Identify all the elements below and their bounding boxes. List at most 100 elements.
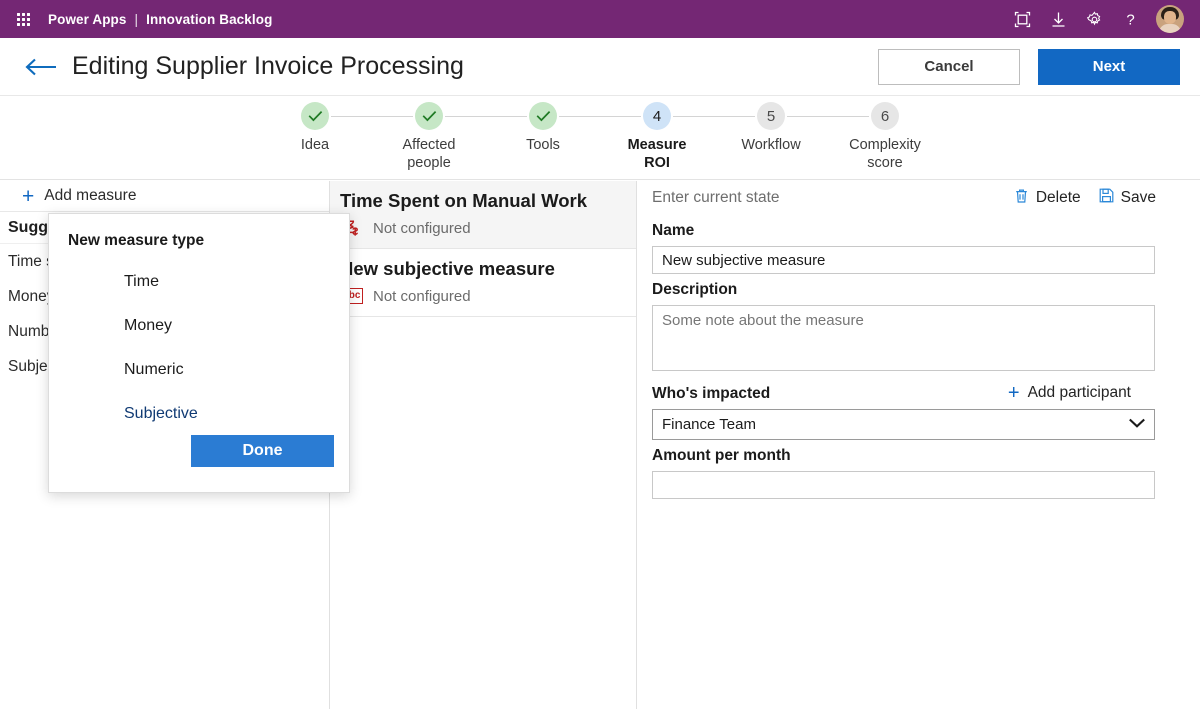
brand-divider: |: [134, 11, 139, 27]
stepper-circle-5: 5: [757, 102, 785, 130]
next-button[interactable]: Next: [1038, 48, 1180, 85]
measure-type-option[interactable]: Time: [68, 260, 334, 304]
amount-field-group: Amount per month: [652, 447, 1200, 499]
stepper-circle-4: 4: [643, 102, 671, 130]
amount-input[interactable]: [652, 471, 1155, 499]
floppy-save-icon: [1099, 188, 1114, 208]
add-participant-label: Add participant: [1027, 384, 1131, 401]
description-field-group: Description: [652, 281, 1200, 376]
save-label: Save: [1120, 189, 1156, 206]
cancel-button[interactable]: Cancel: [878, 48, 1020, 85]
description-label: Description: [652, 281, 738, 298]
gear-icon[interactable]: [1084, 9, 1104, 29]
svg-text:?: ?: [1126, 11, 1134, 28]
plus-icon: +: [22, 184, 35, 208]
measure-card[interactable]: Time Spent on Manual Work Not configured: [330, 181, 636, 250]
stepper-connector: [372, 116, 413, 117]
detail-hint: Enter current state: [652, 189, 780, 206]
save-button[interactable]: Save: [1099, 188, 1156, 208]
impacted-header: Who's impacted + Add participant: [652, 383, 1155, 403]
new-measure-type-popup: New measure type Time Money Numeric Subject…: [48, 213, 350, 493]
stepper-connector: [486, 116, 527, 117]
name-label: Name: [652, 222, 695, 239]
add-measure-label: Add measure: [44, 187, 137, 204]
command-header: Editing Supplier Invoice Processing Canc…: [0, 38, 1200, 96]
back-arrow-icon[interactable]: [22, 50, 60, 84]
stepper-label-5: Workflow: [741, 137, 801, 153]
amount-label: Amount per month: [652, 447, 791, 464]
stepper-label-6: Complexity score: [849, 137, 921, 171]
main-body: + Add measure Suggested measures Time sa…: [0, 181, 1200, 709]
impacted-select[interactable]: Finance Team: [652, 409, 1155, 440]
app-name-label: Innovation Backlog: [146, 11, 273, 27]
name-input[interactable]: [652, 246, 1155, 274]
measure-type-option-label: Numeric: [124, 361, 184, 378]
screen-frame-icon[interactable]: [1012, 9, 1032, 29]
page-title: Editing Supplier Invoice Processing: [72, 52, 464, 80]
done-button[interactable]: Done: [191, 435, 334, 467]
stepper-connector: [600, 116, 641, 117]
impacted-label: Who's impacted: [652, 385, 771, 402]
help-icon[interactable]: ?: [1120, 9, 1140, 29]
wizard-stepper: Idea Affected people Tools 4 Measure ROI 5 Wor…: [0, 96, 1200, 180]
stepper-step-3[interactable]: Tools: [486, 102, 600, 155]
stepper-connector: [714, 116, 755, 117]
stepper-connector: [787, 116, 828, 117]
stepper-label-2: Affected people: [402, 137, 456, 171]
stepper-circle-1: [301, 102, 329, 130]
stepper-circle-3: [529, 102, 557, 130]
measure-card[interactable]: New subjective measure Abc Not configured: [330, 249, 636, 318]
impacted-field-group: Who's impacted + Add participant Finance…: [652, 383, 1200, 440]
stepper-step-2[interactable]: Affected people: [372, 102, 486, 172]
download-icon[interactable]: [1048, 9, 1068, 29]
stepper-connector: [559, 116, 600, 117]
stepper-connector: [331, 116, 372, 117]
waffle-grid-icon[interactable]: [10, 6, 36, 32]
stepper-label-1: Idea: [300, 137, 330, 153]
measure-list-panel: Time Spent on Manual Work Not configured N…: [330, 181, 637, 709]
trash-icon: [1014, 188, 1029, 209]
measure-type-option-label: Money: [124, 317, 173, 334]
measure-type-option[interactable]: Subjective: [68, 392, 334, 436]
suite-bar: Power Apps | Innovation Backlog ?: [0, 0, 1200, 38]
suite-brand: Power Apps | Innovation Backlog: [48, 12, 272, 27]
add-participant-button[interactable]: + Add participant: [1008, 383, 1155, 403]
delete-label: Delete: [1035, 189, 1081, 206]
stepper-connector: [828, 116, 869, 117]
measure-card-status-row: Not configured: [340, 218, 636, 238]
stepper-circle-2: [415, 102, 443, 130]
add-measure-button[interactable]: + Add measure: [0, 181, 329, 212]
stepper-step-6[interactable]: 6 Complexity score: [828, 102, 942, 172]
description-textarea[interactable]: [652, 305, 1155, 371]
measure-type-option-label: Time: [124, 273, 159, 290]
stepper-circle-6: 6: [871, 102, 899, 130]
popup-title: New measure type: [68, 232, 205, 249]
stepper-step-1[interactable]: Idea: [258, 102, 372, 155]
delete-button[interactable]: Delete: [1014, 188, 1081, 209]
measure-card-status: Not configured: [373, 287, 471, 305]
measure-detail-panel: Enter current state Delete Save Name New…: [637, 181, 1200, 709]
brand-label: Power Apps: [48, 11, 127, 27]
stepper-label-3: Tools: [526, 137, 560, 153]
stepper-label-4: Measure ROI: [627, 137, 687, 171]
measure-type-option[interactable]: Numeric: [68, 348, 334, 392]
name-field-group: Name: [652, 222, 1200, 274]
detail-header: Enter current state Delete Save: [652, 181, 1200, 215]
suite-actions: ?: [1012, 5, 1188, 33]
measure-card-status: Not configured: [373, 219, 471, 237]
measure-type-option-label: Subjective: [124, 405, 198, 422]
stepper-connector: [445, 116, 486, 117]
stepper-connector: [673, 116, 714, 117]
stepper-step-5[interactable]: 5 Workflow: [714, 102, 828, 155]
measure-card-title: New subjective measure: [340, 258, 555, 280]
avatar[interactable]: [1156, 5, 1184, 33]
plus-icon: +: [1007, 382, 1020, 404]
measure-type-option[interactable]: Money: [68, 304, 334, 348]
stepper-step-4[interactable]: 4 Measure ROI: [600, 102, 714, 172]
suggested-measures-panel: + Add measure Suggested measures Time sa…: [0, 181, 350, 709]
measure-type-options: Time Money Numeric Subjective: [68, 260, 334, 436]
command-actions: Cancel Next: [878, 48, 1180, 85]
measure-card-title: Time Spent on Manual Work: [340, 190, 588, 211]
impacted-select-wrap: Finance Team: [652, 409, 1155, 440]
measure-card-status-row: Abc Not configured: [338, 286, 636, 306]
